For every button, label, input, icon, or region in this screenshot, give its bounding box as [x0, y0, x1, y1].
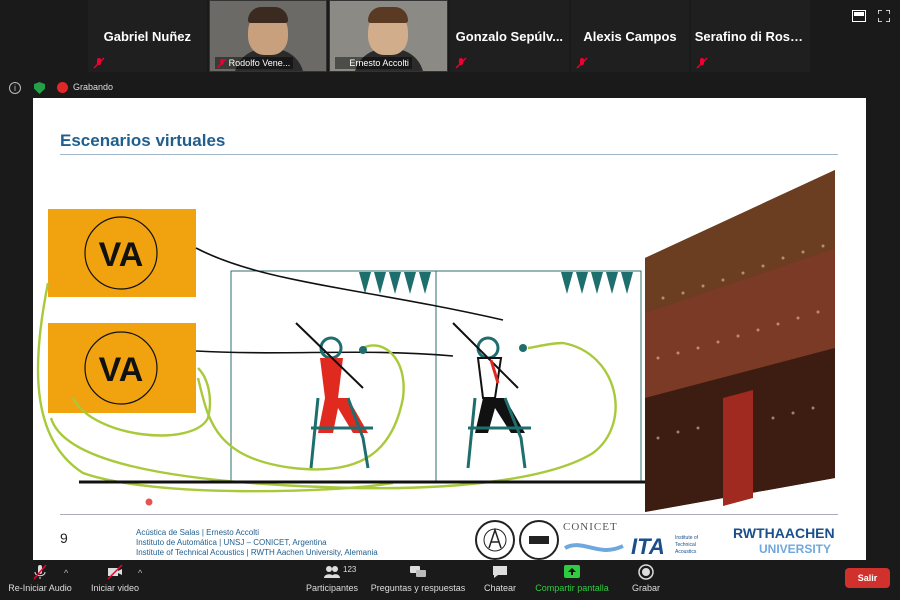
credit-line: Instituto de Automática | UNSJ – CONICET…: [136, 538, 327, 547]
leave-meeting-button[interactable]: Salir: [845, 568, 890, 588]
chat-icon: [493, 566, 507, 578]
participant-tile-video[interactable]: Rodolfo Vene...: [208, 0, 328, 72]
va-box: VA: [48, 209, 196, 297]
qa-button-label: Preguntas y respuestas: [370, 583, 466, 593]
participant-label: Ernesto Accolti: [335, 57, 412, 69]
svg-text:Technical: Technical: [675, 542, 696, 548]
virtual-scenario-illustration: VA VA: [36, 170, 835, 512]
record-button[interactable]: Grabar: [622, 560, 670, 600]
audio-button[interactable]: Re-Iniciar Audio: [5, 560, 75, 600]
info-icon[interactable]: i: [9, 82, 21, 94]
rwth-logo-text: RWTHAACHEN: [733, 525, 835, 541]
video-off-icon: [107, 564, 123, 580]
va-box: VA: [48, 323, 196, 413]
rwth-university-text: UNIVERSITY: [759, 542, 831, 556]
record-button-label: Grabar: [631, 583, 660, 593]
share-screen-button[interactable]: Compartir pantalla: [530, 560, 614, 600]
svg-text:Institute of: Institute of: [675, 535, 699, 541]
recording-label: Grabando: [73, 82, 114, 92]
credit-line: Acústica de Salas | Ernesto Accolti: [136, 528, 260, 537]
slide-page-number: 9: [60, 530, 68, 546]
muted-mic-icon: [576, 57, 588, 69]
participant-name: Alexis Campos: [583, 28, 677, 44]
share-screen-button-label: Compartir pantalla: [535, 583, 609, 593]
recording-icon: [57, 82, 68, 93]
view-controls: [852, 10, 890, 22]
participant-name: Rodolfo Vene...: [228, 58, 291, 68]
participant-name: Ernesto Accolti: [349, 58, 409, 68]
participant-tile[interactable]: Gabriel Nuñez: [88, 0, 207, 72]
audio-options-caret-icon[interactable]: ^: [64, 568, 68, 578]
participant-tile[interactable]: Gonzalo Sepúlv...: [450, 0, 569, 72]
footer-divider: [60, 514, 838, 515]
participant-tile[interactable]: Alexis Campos: [570, 0, 690, 72]
laser-pointer-icon: [145, 498, 153, 506]
chat-button-label: Chatear: [483, 583, 517, 593]
violinist-black: [452, 322, 531, 469]
chat-button[interactable]: Chatear: [475, 560, 525, 600]
va-logo-text: VA: [99, 351, 144, 389]
institution-logos: CONICET ITA Institute of Technical Acous…: [475, 520, 835, 560]
record-icon: [638, 564, 654, 580]
zoom-window: Gabriel Nuñez Rodolfo Vene... Ernesto Ac…: [0, 0, 900, 600]
credit-line: Institute of Technical Acoustics | RWTH …: [136, 548, 378, 557]
meeting-toolbar: Re-Iniciar Audio ^ Iniciar video ^ Parti…: [0, 560, 900, 600]
muted-mic-icon: [455, 57, 467, 69]
muted-mic-icon: [217, 58, 227, 68]
participant-strip: Gabriel Nuñez Rodolfo Vene... Ernesto Ac…: [88, 0, 811, 72]
recording-bar: i Grabando: [0, 78, 900, 98]
svg-text:Acoustics: Acoustics: [675, 549, 697, 555]
bunting: [359, 272, 633, 294]
participant-tile-video[interactable]: Ernesto Accolti: [329, 0, 449, 72]
muted-mic-icon: [696, 57, 708, 69]
participant-tile[interactable]: Serafino di Rosa...: [691, 0, 811, 72]
participants-icon: [324, 566, 340, 578]
video-options-caret-icon[interactable]: ^: [138, 568, 142, 578]
qa-button[interactable]: Preguntas y respuestas: [368, 560, 468, 600]
participant-name: Serafino di Rosa...: [694, 28, 807, 44]
participants-button-label: Participantes: [305, 583, 359, 593]
speaker-view-icon[interactable]: [852, 10, 866, 22]
muted-mic-icon: [33, 564, 47, 580]
unsj-seal-icon: [475, 520, 515, 560]
muted-mic-icon: [93, 57, 105, 69]
qa-icon: [410, 566, 426, 577]
slide-credits: Acústica de Salas | Ernesto Accolti Inst…: [136, 528, 378, 558]
participant-label: Rodolfo Vene...: [214, 57, 294, 69]
participant-name: Gabriel Nuñez: [103, 28, 192, 44]
violinist-red: [295, 322, 373, 469]
share-screen-icon: [564, 565, 580, 578]
concert-hall-photo: [645, 170, 835, 512]
participant-name: Gonzalo Sepúlv...: [455, 28, 564, 44]
video-button[interactable]: Iniciar video: [85, 560, 145, 600]
audio-button-label: Re-Iniciar Audio: [8, 583, 72, 593]
va-logo-text: VA: [99, 236, 144, 274]
video-button-label: Iniciar video: [90, 583, 140, 593]
participants-count: 123: [343, 565, 357, 574]
ita-logo-text: ITA: [631, 534, 665, 559]
shared-screen-slide: Escenarios virtuales VA VA 9 Acústica de…: [33, 98, 866, 560]
security-shield-icon[interactable]: [34, 82, 45, 94]
fullscreen-icon[interactable]: [878, 10, 890, 22]
conicet-logo-text: CONICET: [563, 521, 618, 533]
